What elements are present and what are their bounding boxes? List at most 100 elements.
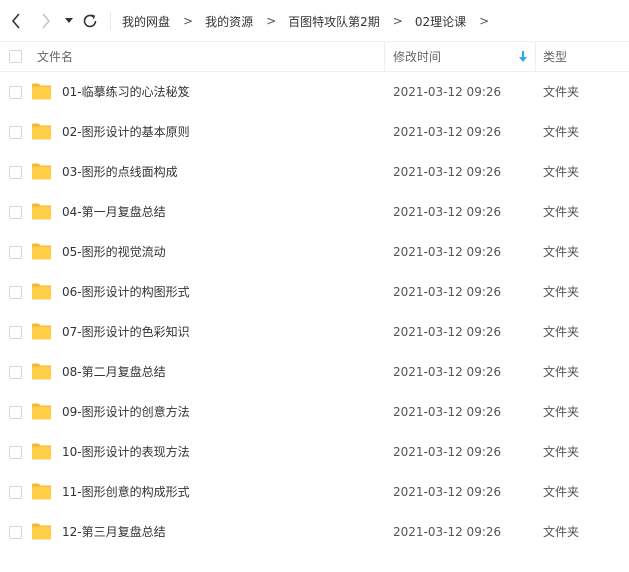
column-divider[interactable] [535,42,536,72]
file-type: 文件夹 [543,525,580,539]
breadcrumb-item-my-resources[interactable]: 我的资源 [205,13,253,30]
folder-icon [32,283,51,300]
column-header-type[interactable]: 类型 [543,42,567,72]
sort-down-arrow-icon[interactable] [518,51,528,63]
breadcrumb-item-my-drive[interactable]: 我的网盘 [122,13,170,30]
row-checkbox[interactable] [9,86,22,99]
file-type: 文件夹 [543,445,580,459]
breadcrumb-separator: > [392,14,403,28]
file-type: 文件夹 [543,245,580,259]
breadcrumb-item-course[interactable]: 百图特攻队第2期 [288,13,380,30]
row-checkbox[interactable] [9,526,22,539]
folder-icon [32,363,51,380]
folder-icon [32,123,51,140]
folder-icon [32,83,51,100]
file-modified-time: 2021-03-12 09:26 [393,205,502,219]
file-name[interactable]: 07-图形设计的色彩知识 [62,312,190,352]
file-name[interactable]: 08-第二月复盘总结 [62,352,166,392]
folder-icon [32,443,51,460]
row-checkbox[interactable] [9,126,22,139]
file-modified-time: 2021-03-12 09:26 [393,285,502,299]
refresh-icon [83,14,97,28]
row-checkbox[interactable] [9,246,22,259]
file-row[interactable]: 01-临摹练习的心法秘笈 2021-03-12 09:26 文件夹 [0,72,629,112]
file-name[interactable]: 11-图形创意的构成形式 [62,472,190,512]
toolbar-divider [110,12,111,30]
row-checkbox[interactable] [9,366,22,379]
file-row[interactable]: 12-第三月复盘总结 2021-03-12 09:26 文件夹 [0,512,629,552]
file-row[interactable]: 05-图形的视觉流动 2021-03-12 09:26 文件夹 [0,232,629,272]
file-modified-time: 2021-03-12 09:26 [393,165,502,179]
file-row[interactable]: 11-图形创意的构成形式 2021-03-12 09:26 文件夹 [0,472,629,512]
file-modified-time: 2021-03-12 09:26 [393,85,502,99]
file-row[interactable]: 08-第二月复盘总结 2021-03-12 09:26 文件夹 [0,352,629,392]
folder-icon [32,323,51,340]
file-modified-time: 2021-03-12 09:26 [393,445,502,459]
file-type: 文件夹 [543,125,580,139]
file-modified-time: 2021-03-12 09:26 [393,525,502,539]
row-checkbox[interactable] [9,406,22,419]
file-type: 文件夹 [543,205,580,219]
chevron-left-icon [11,13,20,29]
file-row[interactable]: 06-图形设计的构图形式 2021-03-12 09:26 文件夹 [0,272,629,312]
row-checkbox[interactable] [9,446,22,459]
folder-icon [32,243,51,260]
history-dropdown-button[interactable] [62,10,76,32]
folder-icon [32,403,51,420]
file-row[interactable]: 09-图形设计的创意方法 2021-03-12 09:26 文件夹 [0,392,629,432]
folder-icon [32,163,51,180]
file-modified-time: 2021-03-12 09:26 [393,365,502,379]
file-name[interactable]: 03-图形的点线面构成 [62,152,178,192]
file-name[interactable]: 10-图形设计的表现方法 [62,432,190,472]
file-row[interactable]: 10-图形设计的表现方法 2021-03-12 09:26 文件夹 [0,432,629,472]
chevron-right-icon [42,13,51,29]
file-modified-time: 2021-03-12 09:26 [393,485,502,499]
file-name[interactable]: 06-图形设计的构图形式 [62,272,190,312]
file-name[interactable]: 01-临摹练习的心法秘笈 [62,72,190,112]
file-type: 文件夹 [543,285,580,299]
row-checkbox[interactable] [9,286,22,299]
column-header-name[interactable]: 文件名 [37,42,73,72]
file-type: 文件夹 [543,365,580,379]
file-type: 文件夹 [543,325,580,339]
file-name[interactable]: 04-第一月复盘总结 [62,192,166,232]
file-name[interactable]: 05-图形的视觉流动 [62,232,166,272]
file-name[interactable]: 09-图形设计的创意方法 [62,392,190,432]
file-list: 01-临摹练习的心法秘笈 2021-03-12 09:26 文件夹 02-图形设… [0,72,629,552]
file-row[interactable]: 02-图形设计的基本原则 2021-03-12 09:26 文件夹 [0,112,629,152]
row-checkbox[interactable] [9,166,22,179]
breadcrumb-item-current[interactable]: 02理论课 [415,13,466,30]
file-row[interactable]: 07-图形设计的色彩知识 2021-03-12 09:26 文件夹 [0,312,629,352]
navigation-toolbar: 我的网盘 > 我的资源 > 百图特攻队第2期 > 02理论课 > [0,0,629,42]
file-type: 文件夹 [543,485,580,499]
row-checkbox[interactable] [9,486,22,499]
file-name[interactable]: 02-图形设计的基本原则 [62,112,190,152]
forward-button[interactable] [36,10,56,32]
file-list-header: 文件名 修改时间 类型 [0,42,629,72]
file-modified-time: 2021-03-12 09:26 [393,325,502,339]
breadcrumb-separator: > [266,14,277,28]
caret-down-icon [65,18,73,23]
row-checkbox[interactable] [9,206,22,219]
back-button[interactable] [6,10,26,32]
file-row[interactable]: 04-第一月复盘总结 2021-03-12 09:26 文件夹 [0,192,629,232]
select-all-checkbox[interactable] [9,50,22,63]
file-name[interactable]: 12-第三月复盘总结 [62,512,166,552]
breadcrumb: 我的网盘 > 我的资源 > 百图特攻队第2期 > 02理论课 > [122,0,501,42]
file-type: 文件夹 [543,165,580,179]
column-divider[interactable] [384,42,385,72]
file-modified-time: 2021-03-12 09:26 [393,245,502,259]
file-modified-time: 2021-03-12 09:26 [393,125,502,139]
breadcrumb-separator: > [479,14,490,28]
folder-icon [32,523,51,540]
row-checkbox[interactable] [9,326,22,339]
file-type: 文件夹 [543,405,580,419]
folder-icon [32,483,51,500]
file-modified-time: 2021-03-12 09:26 [393,405,502,419]
folder-icon [32,203,51,220]
column-header-modified[interactable]: 修改时间 [393,42,441,72]
file-type: 文件夹 [543,85,580,99]
breadcrumb-separator: > [183,14,194,28]
refresh-button[interactable] [80,10,100,32]
file-row[interactable]: 03-图形的点线面构成 2021-03-12 09:26 文件夹 [0,152,629,192]
